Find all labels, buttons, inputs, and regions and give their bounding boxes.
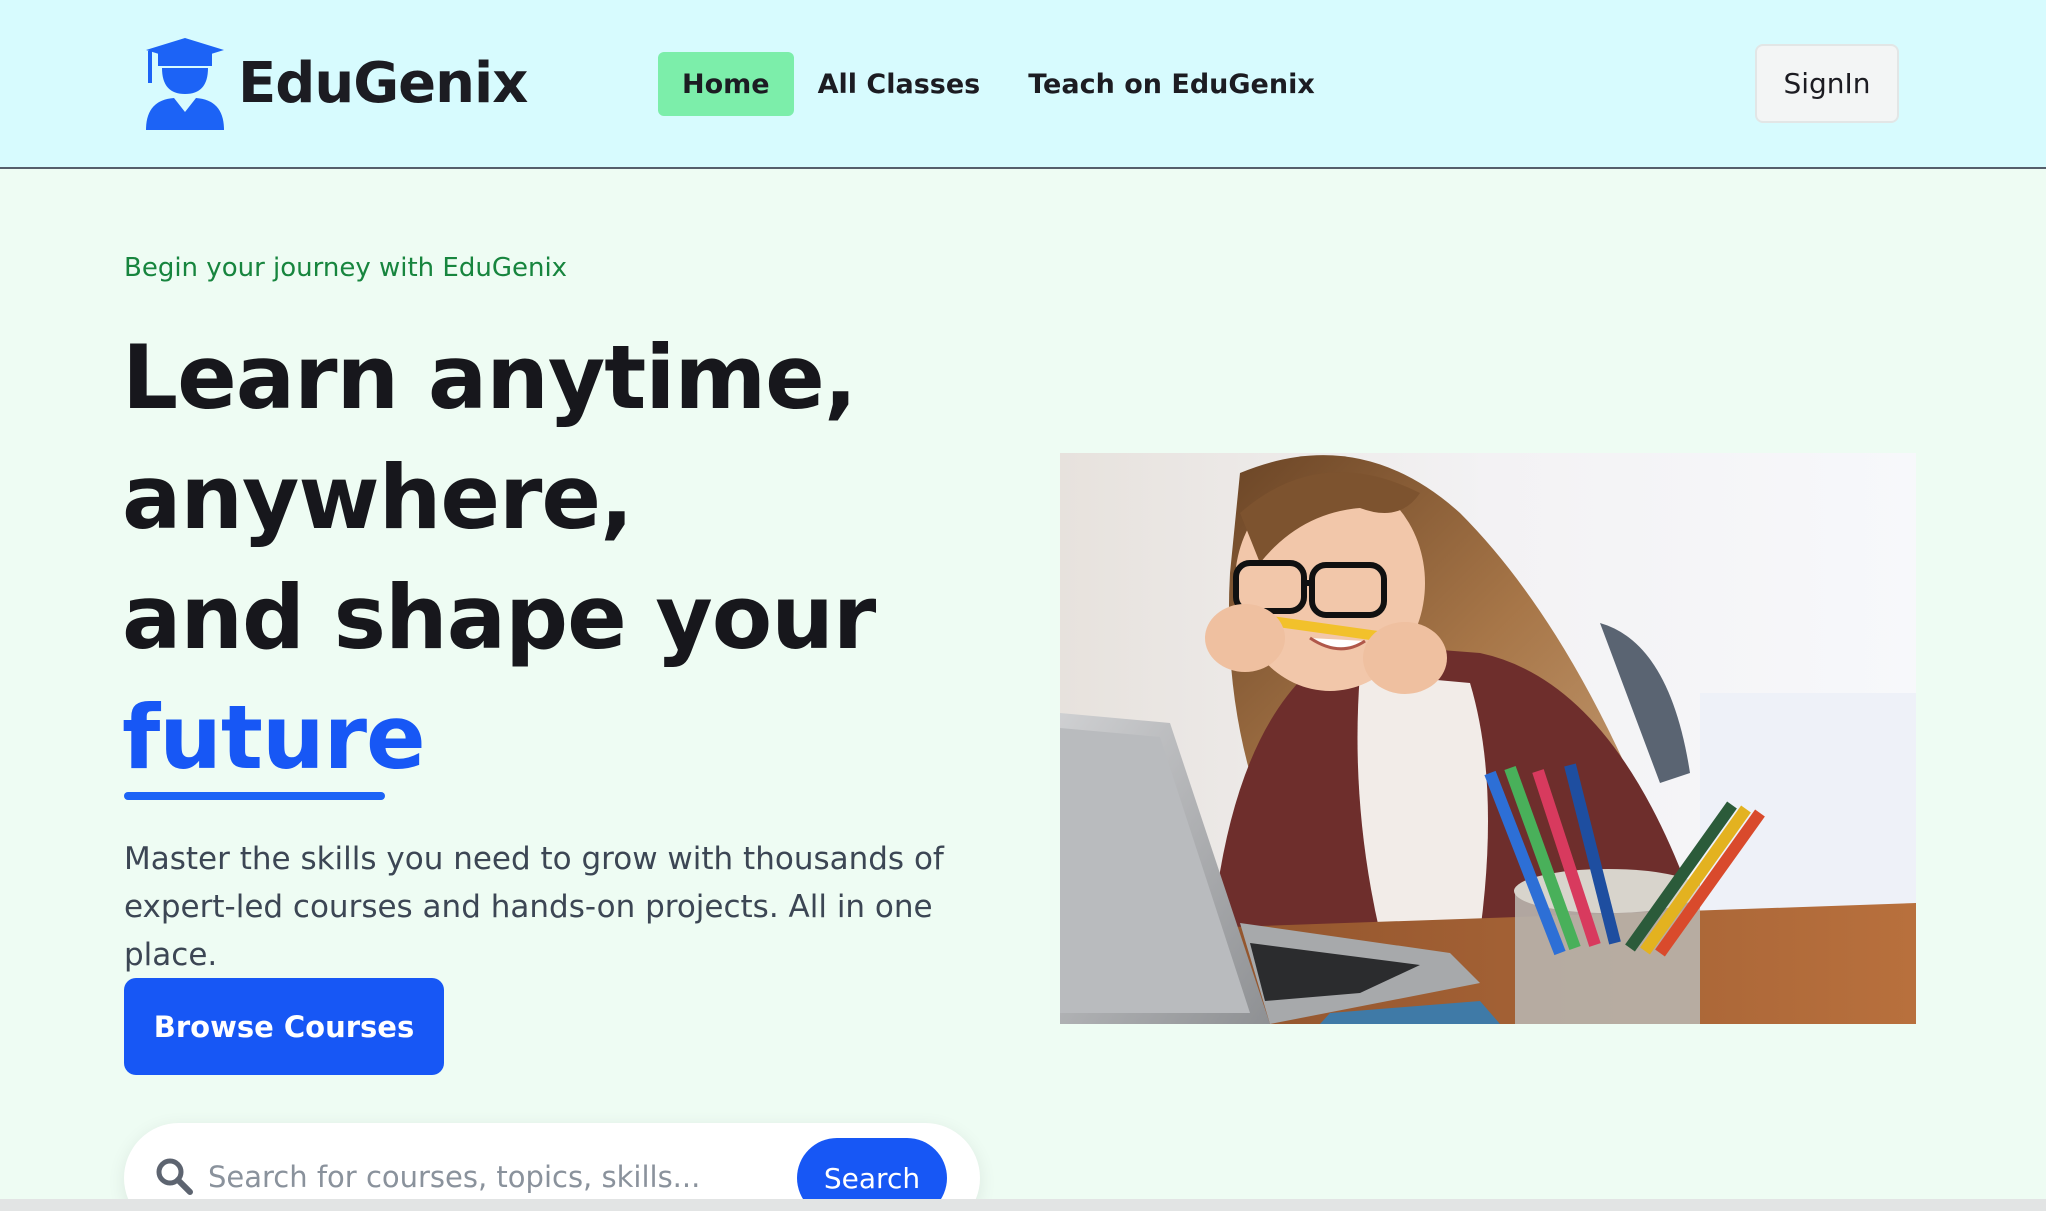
browse-courses-button[interactable]: Browse Courses xyxy=(124,978,444,1075)
search-input[interactable] xyxy=(208,1149,788,1205)
accent-underline xyxy=(124,792,385,800)
page: EduGenix Home All Classes Teach on EduGe… xyxy=(0,0,2046,1211)
search-icon xyxy=(156,1158,193,1195)
nav-teach[interactable]: Teach on EduGenix xyxy=(1004,52,1339,116)
signin-button[interactable]: SignIn xyxy=(1755,44,1899,123)
hero-headline: Learn anytime, anywhere, and shape your … xyxy=(122,318,1022,798)
headline-line: Learn anytime, xyxy=(122,326,857,429)
window-bottom-edge xyxy=(0,1199,2046,1211)
graduate-icon xyxy=(146,38,224,130)
search-bar: Search xyxy=(124,1123,980,1211)
brand-logo[interactable]: EduGenix xyxy=(144,36,528,130)
headline-line: anywhere, xyxy=(122,446,634,549)
main-nav: Home All Classes Teach on EduGenix xyxy=(658,52,1339,116)
hero-description: Master the skills you need to grow with … xyxy=(124,841,944,973)
nav-home[interactable]: Home xyxy=(658,52,794,116)
brand-name: EduGenix xyxy=(238,50,528,116)
hero-tagline: Begin your journey with EduGenix xyxy=(124,253,568,283)
headline-line: and shape your xyxy=(122,566,876,669)
navbar: EduGenix Home All Classes Teach on EduGe… xyxy=(0,0,2046,169)
headline-accent: future xyxy=(122,686,426,789)
student-with-laptop-photo xyxy=(1060,453,1916,1024)
nav-all-classes[interactable]: All Classes xyxy=(794,52,1005,116)
